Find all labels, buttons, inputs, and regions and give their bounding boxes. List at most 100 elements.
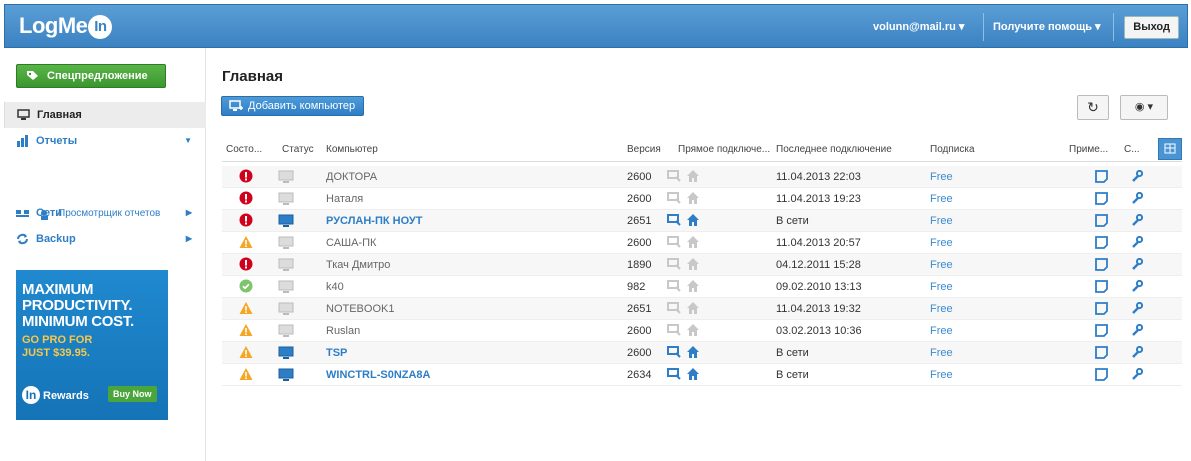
chevron-right-icon[interactable]: ▶	[186, 200, 192, 226]
column-header[interactable]: Подписка	[930, 144, 975, 155]
column-chooser-button[interactable]	[1158, 138, 1182, 160]
computer-name-link[interactable]: САША-ПК	[326, 237, 376, 249]
computer-name-link[interactable]: WINCTRL-S0NZA8A	[326, 369, 431, 381]
column-header[interactable]: Последнее подключение	[776, 144, 892, 155]
user-menu[interactable]: volunn@mail.ru ▾	[873, 20, 964, 33]
wrench-icon[interactable]	[1131, 214, 1143, 226]
table-row[interactable]: Ruslan 2600 03.02.2013 10:36 Free	[222, 320, 1182, 342]
wrench-icon[interactable]	[1131, 346, 1143, 358]
wrench-icon[interactable]	[1131, 236, 1143, 248]
sidebar-item-reports[interactable]: Отчеты ▼	[4, 128, 206, 154]
home-icon[interactable]	[687, 192, 699, 204]
column-header[interactable]: Компьютер	[326, 144, 378, 155]
chevron-right-icon[interactable]: ▶	[186, 226, 192, 252]
header-divider	[983, 13, 984, 41]
buy-now-button[interactable]: Buy Now	[108, 386, 157, 402]
computer-name-link[interactable]: NOTEBOOK1	[326, 303, 394, 315]
note-icon[interactable]	[1095, 214, 1108, 227]
note-icon[interactable]	[1095, 236, 1108, 249]
remote-connect-icon[interactable]	[667, 236, 681, 248]
column-header[interactable]: Статус	[282, 144, 314, 155]
remote-connect-icon[interactable]	[667, 280, 681, 292]
note-icon[interactable]	[1095, 170, 1108, 183]
wrench-icon[interactable]	[1131, 302, 1143, 314]
computer-name-link[interactable]: k40	[326, 281, 344, 293]
home-icon[interactable]	[687, 170, 699, 182]
remote-connect-icon[interactable]	[667, 192, 681, 204]
remote-connect-icon[interactable]	[667, 346, 681, 358]
subscription-link[interactable]: Free	[930, 171, 953, 183]
remote-connect-icon[interactable]	[667, 214, 681, 226]
subscription-link[interactable]: Free	[930, 281, 953, 293]
note-icon[interactable]	[1095, 280, 1108, 293]
version-cell: 2600	[627, 325, 652, 337]
subscription-link[interactable]: Free	[930, 303, 953, 315]
table-row[interactable]: РУСЛАН-ПК НОУТ 2651 В сети Free	[222, 210, 1182, 232]
home-icon[interactable]	[687, 346, 699, 358]
ok-status-icon	[239, 279, 253, 293]
table-row[interactable]: ДОКТОРА 2600 11.04.2013 22:03 Free	[222, 166, 1182, 188]
column-header[interactable]: Приме...	[1069, 144, 1108, 155]
home-icon[interactable]	[687, 280, 699, 292]
computer-name-link[interactable]: ДОКТОРА	[326, 171, 377, 183]
wrench-icon[interactable]	[1131, 280, 1143, 292]
table-row[interactable]: Ткач Дмитро 1890 04.12.2011 15:28 Free	[222, 254, 1182, 276]
subscription-link[interactable]: Free	[930, 347, 953, 359]
subscription-link[interactable]: Free	[930, 193, 953, 205]
home-icon[interactable]	[687, 368, 699, 380]
note-icon[interactable]	[1095, 258, 1108, 271]
remote-connect-icon[interactable]	[667, 324, 681, 336]
wrench-icon[interactable]	[1131, 368, 1143, 380]
remote-connect-icon[interactable]	[667, 170, 681, 182]
wrench-icon[interactable]	[1131, 192, 1143, 204]
home-icon[interactable]	[687, 258, 699, 270]
note-icon[interactable]	[1095, 192, 1108, 205]
wrench-icon[interactable]	[1131, 324, 1143, 336]
computer-name-link[interactable]: Ткач Дмитро	[326, 259, 390, 271]
promo-banner[interactable]: MAXIMUM PRODUCTIVITY. MINIMUM COST. GO P…	[16, 270, 168, 420]
sidebar-item-networks[interactable]: Сети ▶	[4, 200, 206, 226]
subscription-link[interactable]: Free	[930, 369, 953, 381]
remote-connect-icon[interactable]	[667, 368, 681, 380]
logout-button[interactable]: Выход	[1124, 16, 1179, 39]
table-row[interactable]: k40 982 09.02.2010 13:13 Free	[222, 276, 1182, 298]
subscription-link[interactable]: Free	[930, 259, 953, 271]
help-menu[interactable]: Получите помощь ▾	[993, 20, 1101, 33]
home-icon[interactable]	[687, 324, 699, 336]
special-offer-button[interactable]: Спецпредложение	[16, 64, 166, 88]
column-header[interactable]: Версия	[627, 144, 661, 155]
computer-name-link[interactable]: РУСЛАН-ПК НОУТ	[326, 215, 422, 227]
column-header[interactable]: Состо...	[226, 144, 262, 155]
note-icon[interactable]	[1095, 302, 1108, 315]
refresh-button[interactable]: ↻	[1077, 95, 1109, 120]
table-row[interactable]: САША-ПК 2600 11.04.2013 20:57 Free	[222, 232, 1182, 254]
note-icon[interactable]	[1095, 368, 1108, 381]
chevron-down-icon[interactable]: ▼	[184, 128, 192, 154]
subscription-link[interactable]: Free	[930, 325, 953, 337]
computer-name-link[interactable]: Наталя	[326, 193, 363, 205]
remote-connect-icon[interactable]	[667, 302, 681, 314]
computer-name-link[interactable]: Ruslan	[326, 325, 360, 337]
home-icon[interactable]	[687, 214, 699, 226]
wrench-icon[interactable]	[1131, 170, 1143, 182]
add-computer-button[interactable]: Добавить компьютер	[221, 96, 365, 116]
table-row[interactable]: NOTEBOOK1 2651 11.04.2013 19:32 Free	[222, 298, 1182, 320]
sidebar-item-backup[interactable]: Backup ▶	[4, 226, 206, 252]
subscription-link[interactable]: Free	[930, 215, 953, 227]
view-options-button[interactable]: ◉ ▾	[1120, 95, 1168, 120]
note-icon[interactable]	[1095, 346, 1108, 359]
logmein-logo[interactable]: LogMe In	[19, 13, 113, 39]
sidebar-item-home[interactable]: Главная	[4, 102, 206, 128]
home-icon[interactable]	[687, 302, 699, 314]
subscription-link[interactable]: Free	[930, 237, 953, 249]
column-header[interactable]: Прямое подключе...	[678, 144, 770, 155]
remote-connect-icon[interactable]	[667, 258, 681, 270]
column-header[interactable]: С...	[1124, 144, 1140, 155]
table-row[interactable]: Наталя 2600 11.04.2013 19:23 Free	[222, 188, 1182, 210]
home-icon[interactable]	[687, 236, 699, 248]
table-row[interactable]: WINCTRL-S0NZA8A 2634 В сети Free	[222, 364, 1182, 386]
note-icon[interactable]	[1095, 324, 1108, 337]
computer-name-link[interactable]: TSP	[326, 347, 347, 359]
wrench-icon[interactable]	[1131, 258, 1143, 270]
table-row[interactable]: TSP 2600 В сети Free	[222, 342, 1182, 364]
